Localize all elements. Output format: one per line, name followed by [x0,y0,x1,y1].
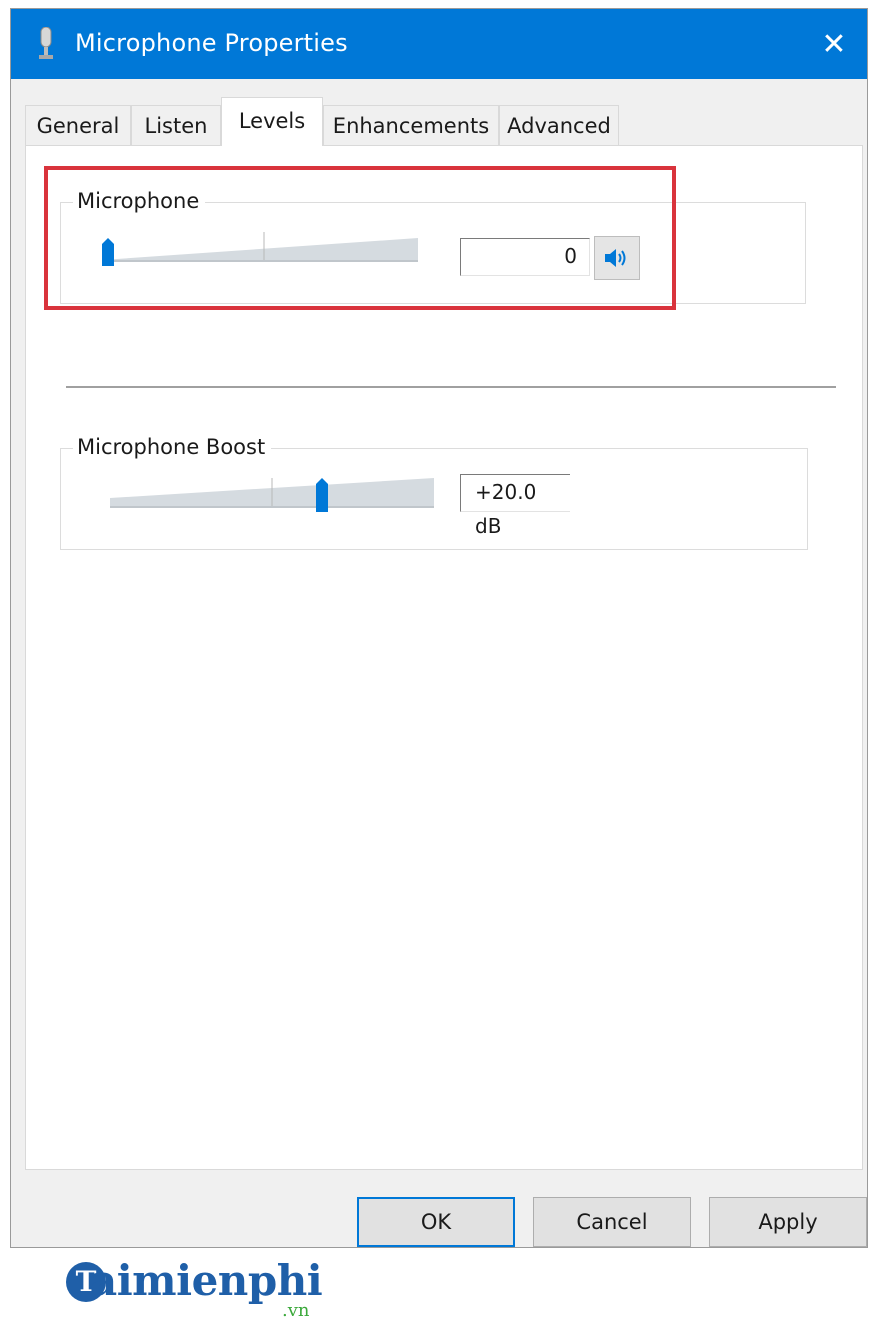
apply-button[interactable]: Apply [709,1197,867,1247]
properties-window: Microphone Properties ✕ General Listen L… [10,8,868,1321]
tab-enhancements[interactable]: Enhancements [323,105,499,145]
tab-levels[interactable]: Levels [221,97,323,146]
microphone-icon [39,27,53,59]
title-bar: Microphone Properties ✕ [11,9,867,79]
tab-general[interactable]: General [25,105,131,145]
logo-text: aimienphi [90,1256,323,1305]
taimienphi-logo: T aimienphi .vn [64,1254,344,1321]
microphone-level-input[interactable]: 0 [460,238,590,276]
tab-advanced[interactable]: Advanced [499,105,619,145]
microphone-boost-value[interactable]: +20.0 dB [460,474,570,538]
microphone-boost-label: Microphone Boost [73,435,272,459]
cancel-button[interactable]: Cancel [533,1197,691,1247]
levels-panel: Microphone 0 Microphone Boost +20.0 dB T… [25,145,863,1321]
microphone-level-slider[interactable] [94,230,418,266]
window-title: Microphone Properties [75,29,348,57]
close-button[interactable]: ✕ [801,9,867,79]
ok-button[interactable]: OK [357,1197,515,1247]
microphone-boost-slider-thumb[interactable] [316,478,328,512]
microphone-slider-thumb[interactable] [102,238,114,266]
microphone-boost-slider[interactable] [110,476,434,512]
section-divider [66,386,836,388]
close-icon: ✕ [821,26,847,62]
mute-toggle-button[interactable] [594,236,640,280]
logo-suffix: .vn [282,1300,310,1321]
microphone-label: Microphone [73,189,206,213]
tab-listen[interactable]: Listen [131,105,221,145]
speaker-icon [605,249,626,267]
